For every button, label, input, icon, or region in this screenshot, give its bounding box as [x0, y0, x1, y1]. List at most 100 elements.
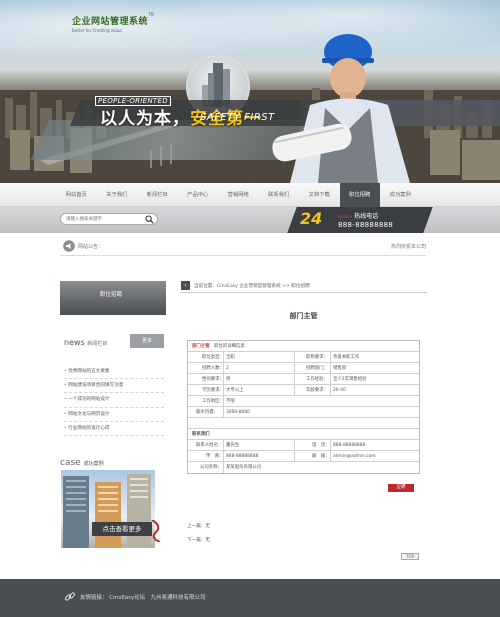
field-label: 工作经验：	[306, 377, 328, 382]
field-label: 性别要求：	[202, 377, 224, 382]
news-item[interactable]: 行业网站的设计心得	[64, 422, 164, 436]
cell-divider	[223, 440, 224, 451]
field-value: 888-88888888	[226, 454, 259, 459]
nav-item-marketing[interactable]: 营销网络	[218, 183, 259, 207]
news-item[interactable]: 一个成功的网站设计	[64, 393, 164, 408]
news-item[interactable]: 优秀网站的五大要素	[64, 365, 164, 380]
field-value: 董先生	[226, 443, 240, 448]
cell-divider	[223, 462, 224, 473]
field-value: 销售部	[333, 366, 347, 371]
prev-next-links: 上一篇：无 下一篇：无	[187, 520, 210, 548]
news-list: 优秀网站的五大要素 网站建设项目合同填写注意 一个成功的网站设计 网站文化与网页…	[64, 365, 164, 436]
cell-divider	[223, 352, 224, 363]
field-label: 传 真：	[206, 454, 224, 459]
logo-tagline: Better for Creating value	[72, 28, 122, 33]
back-to-top-button[interactable]: TOP	[401, 553, 419, 560]
breadcrumb-text[interactable]: 当前位置：CmsEasy 企业营销型管理系统 >> 职位招聘	[194, 283, 310, 289]
field-value: 热爱本职工作	[333, 355, 360, 360]
field-value: 大专以上	[226, 388, 244, 393]
news-item[interactable]: 网站建设项目合同填写注意	[64, 379, 164, 394]
cell-divider	[294, 451, 295, 462]
nav-item-home[interactable]: 网站首页	[56, 183, 97, 207]
hotline-phone: 888-88888888	[338, 221, 394, 229]
sidebar-section-title: 职位招聘	[100, 292, 123, 298]
field-value: 20-40	[333, 388, 346, 393]
detail-header-title: 部门主管	[192, 344, 210, 349]
field-label: 薪水待遇：	[196, 410, 218, 415]
next-link[interactable]: 下一篇：无	[187, 534, 210, 548]
cell-divider	[223, 451, 224, 462]
case-title-en: case	[60, 458, 81, 468]
table-header-row: 联系我们	[188, 429, 419, 440]
slogan-english-2: SAFETY FIRST	[200, 112, 275, 123]
cell-divider	[330, 385, 331, 396]
table-row: 薪水待遇： 3000-8000	[188, 407, 419, 418]
field-value[interactable]: admin@admin.com	[333, 451, 376, 462]
nav-item-about[interactable]: 关于我们	[97, 183, 138, 207]
news-panel: news 新闻栏目 更多 优秀网站的五大要素 网站建设项目合同填写注意 一个成功…	[60, 334, 166, 449]
hotline-label-en: Hotline	[338, 214, 353, 219]
field-value: 888-88888888	[333, 443, 366, 448]
table-header-row: 部门主管 职位的详细信息	[188, 341, 419, 352]
friend-links: 友情链接： CmsEasy论坛 九州易通科技有限公司	[80, 593, 206, 601]
nav-item-jobs[interactable]: 职位招聘	[339, 183, 380, 207]
search-box	[60, 213, 158, 225]
nav-item-cases[interactable]: 成功案例	[380, 183, 421, 207]
news-panel-title: news 新闻栏目	[64, 338, 107, 347]
notice-message[interactable]: 热烈庆祝本公司	[391, 243, 426, 250]
news-title-cn: 新闻栏目	[87, 341, 108, 347]
apply-button[interactable]: 应聘	[388, 484, 414, 492]
case-more-button[interactable]: 点击查看更多	[92, 522, 152, 536]
field-label: 公司名称：	[200, 465, 222, 470]
field-label: 招聘部门：	[306, 366, 328, 371]
friend-links-label: 友情链接：	[80, 595, 108, 601]
hotline-label: Hotline 热线电话	[338, 211, 378, 220]
cell-divider	[294, 363, 295, 374]
news-item[interactable]: 网站文化与网页设计	[64, 408, 164, 422]
table-row	[188, 418, 419, 429]
search-input[interactable]	[61, 214, 141, 224]
logo-trademark: TM	[148, 12, 155, 17]
table-row: 联系人姓名： 董先生 电 话： 888-88888888	[188, 440, 419, 451]
arrow-right-icon: ›	[181, 281, 190, 290]
search-icon[interactable]	[145, 215, 154, 224]
nav-item-contact[interactable]: 联系我们	[259, 183, 300, 207]
cell-divider	[223, 385, 224, 396]
nav-item-products[interactable]: 产品中心	[178, 183, 219, 207]
main-nav: 网站首页 关于我们 新闻栏目 产品中心 营销网络 联系我们 文档下载 职位招聘 …	[0, 183, 500, 207]
friend-link-jiuzhou[interactable]: 九州易通科技有限公司	[151, 595, 206, 601]
field-label: 邮 箱：	[312, 454, 330, 459]
news-title-en: news	[64, 338, 85, 347]
nav-item-downloads[interactable]: 文档下载	[299, 183, 340, 207]
cell-divider	[294, 385, 295, 396]
case-image[interactable]	[61, 470, 155, 548]
ribbon-decoration	[151, 520, 161, 542]
field-label: 电 话：	[312, 443, 330, 448]
engineer-photo	[272, 34, 410, 183]
cell-divider	[223, 363, 224, 374]
field-label: 职位类型：	[202, 355, 224, 360]
breadcrumb: › 当前位置：CmsEasy 企业营销型管理系统 >> 职位招聘	[180, 279, 427, 293]
cell-divider	[294, 440, 295, 451]
prev-link[interactable]: 上一篇：无	[187, 520, 210, 534]
friend-link-cmseasy[interactable]: CmsEasy论坛	[109, 595, 145, 601]
cell-divider	[330, 352, 331, 363]
logo-title: 企业网站管理系统	[72, 17, 149, 27]
table-row: 传 真： 888-88888888 邮 箱： admin@admin.com	[188, 451, 419, 462]
cell-divider	[330, 440, 331, 451]
table-row: 公司名称： 某某股份有限公司	[188, 462, 419, 473]
table-row: 招聘人数： 2 招聘部门： 销售部	[188, 363, 419, 374]
nav-item-news[interactable]: 新闻栏目	[137, 183, 178, 207]
cell-divider	[294, 352, 295, 363]
cell-divider	[223, 407, 224, 418]
cell-divider	[223, 374, 224, 385]
job-detail-table: 部门主管 职位的详细信息 职位类型： 全职 职称要求： 热爱本职工作 招聘人数：…	[187, 340, 420, 474]
cell-divider	[330, 374, 331, 385]
site-logo[interactable]: 企业网站管理系统 Better for Creating value TM	[72, 12, 154, 33]
field-value: 全职	[226, 355, 235, 360]
news-more-button[interactable]: 更多	[130, 334, 164, 348]
field-label: 联系人姓名：	[196, 443, 223, 448]
table-row: 工作地区： 不限	[188, 396, 419, 407]
cell-divider	[294, 374, 295, 385]
case-title-cn: 成功案例	[83, 461, 104, 467]
